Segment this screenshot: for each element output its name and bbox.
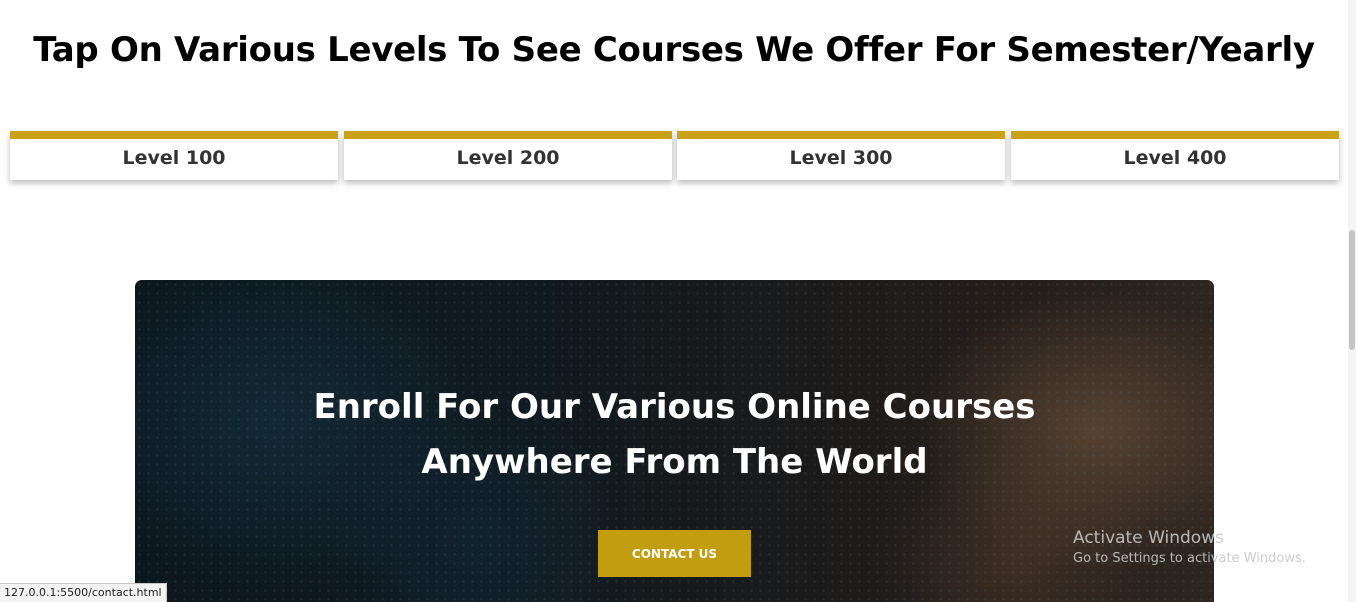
activate-windows-watermark: Activate Windows Go to Settings to activ…: [1073, 527, 1306, 568]
watermark-subtitle: Go to Settings to activate Windows.: [1073, 551, 1306, 566]
levels-heading: Tap On Various Levels To See Courses We …: [33, 30, 1315, 70]
contact-us-button[interactable]: CONTACT US: [598, 530, 751, 577]
enroll-banner: Enroll For Our Various Online Courses An…: [135, 280, 1214, 602]
level-tabs: Level 100 Level 200 Level 300 Level 400: [10, 131, 1339, 180]
page: Tap On Various Levels To See Courses We …: [0, 0, 1356, 602]
scrollbar-thumb[interactable]: [1349, 230, 1355, 350]
page-scrollbar[interactable]: [1348, 0, 1356, 602]
banner-title-line-1: Enroll For Our Various Online Courses: [313, 387, 1036, 427]
tab-level-400[interactable]: Level 400: [1011, 131, 1339, 180]
watermark-title: Activate Windows: [1073, 528, 1224, 548]
banner-title-line-2: Anywhere From The World: [421, 442, 928, 482]
browser-status-url: 127.0.0.1:5500/contact.html: [0, 583, 167, 602]
tab-level-100[interactable]: Level 100: [10, 131, 338, 180]
tab-level-300[interactable]: Level 300: [677, 131, 1005, 180]
tab-level-200[interactable]: Level 200: [344, 131, 672, 180]
banner-title: Enroll For Our Various Online Courses An…: [135, 380, 1214, 490]
